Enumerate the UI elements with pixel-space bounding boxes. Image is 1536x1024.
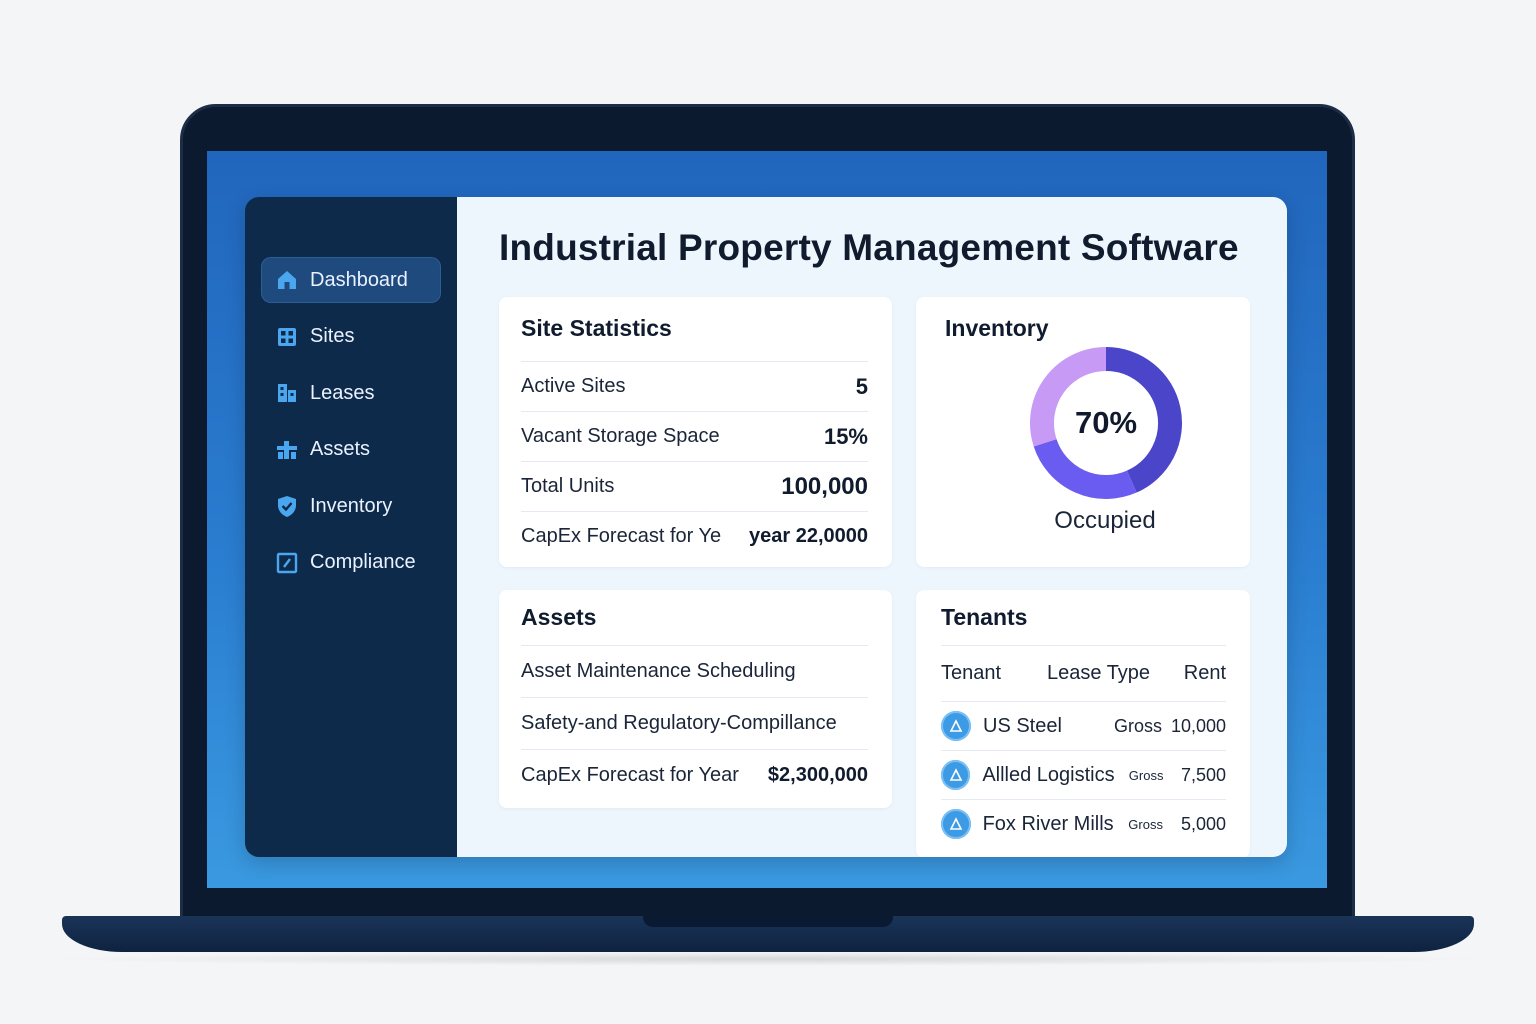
tenant-name: Fox River Mills xyxy=(982,812,1114,835)
laptop-shadow xyxy=(40,952,1496,966)
tenants-card: Tenants Tenant Lease Type Rent US Steel … xyxy=(916,590,1250,857)
sidebar-item-label: Compliance xyxy=(310,551,416,573)
sidebar-item-label: Sites xyxy=(310,325,355,347)
tenant-name: Allled Logistics xyxy=(982,763,1115,786)
asset-row-capex[interactable]: CapEx Forecast for Year $2,300,000 xyxy=(521,749,868,801)
laptop-screen: Dashboard Sites Leases Assets Inventory … xyxy=(207,151,1327,888)
asset-label: CapEx Forecast for Year xyxy=(521,764,739,786)
asset-label: Asset Maintenance Scheduling xyxy=(521,660,796,682)
sidebar-item-label: Assets xyxy=(310,438,371,460)
table-row[interactable]: Allled Logistics Gross 7,500 xyxy=(941,750,1226,799)
asset-label: Safety-and Regulatory-Compillance xyxy=(521,712,837,734)
stat-value: 15% xyxy=(823,423,868,449)
occupancy-donut-chart: 70% xyxy=(1028,345,1184,501)
column-header-tenant: Tenant xyxy=(941,662,1002,684)
sidebar-item-assets[interactable]: Assets xyxy=(261,427,441,473)
tenant-name: US Steel xyxy=(983,714,1062,737)
card-title: Inventory xyxy=(945,315,1049,341)
app-window: Dashboard Sites Leases Assets Inventory … xyxy=(245,197,1287,857)
table-row[interactable]: Fox River Mills Gross 5,000 xyxy=(941,799,1226,848)
sidebar-item-label: Leases xyxy=(310,381,375,404)
tenant-rent: 5,000 xyxy=(1180,813,1227,834)
edit-square-icon xyxy=(275,551,299,575)
tenant-avatar-icon xyxy=(941,711,971,741)
crane-icon xyxy=(275,438,299,462)
stat-label: Total Units xyxy=(521,475,615,497)
site-statistics-card: Site Statistics Active Sites 5 Vacant St… xyxy=(499,297,892,567)
tenant-lease-type: Gross xyxy=(1128,767,1164,783)
inventory-card: Inventory 70% Occupied xyxy=(916,297,1250,567)
shield-check-icon xyxy=(275,494,299,518)
stat-value: 100,000 xyxy=(781,472,868,500)
stat-value: 5 xyxy=(855,373,868,399)
tenant-rent: 7,500 xyxy=(1180,764,1226,785)
asset-row-compliance[interactable]: Safety-and Regulatory-Compillance xyxy=(521,697,868,749)
page-title: Industrial Property Management Software xyxy=(499,227,1239,268)
stat-label: Vacant Storage Space xyxy=(521,425,720,447)
card-title: Assets xyxy=(521,604,597,630)
stat-row-vacant-storage: Vacant Storage Space 15% xyxy=(521,411,868,461)
tenant-avatar-icon xyxy=(941,809,971,839)
column-header-rent: Rent xyxy=(1183,662,1226,684)
tenant-lease-type: Gross xyxy=(1113,715,1162,736)
stat-row-capex-forecast: CapEx Forecast for Ye year 22,0000 xyxy=(521,511,868,561)
asset-row-maintenance[interactable]: Asset Maintenance Scheduling xyxy=(521,645,868,697)
sidebar-item-inventory[interactable]: Inventory xyxy=(261,483,441,529)
sidebar-item-label: Dashboard xyxy=(310,268,408,291)
asset-value: $2,300,000 xyxy=(767,764,868,786)
column-header-lease-type: Lease Type xyxy=(1047,662,1151,684)
sidebar-item-label: Inventory xyxy=(310,494,393,517)
building-grid-icon xyxy=(275,325,299,349)
sidebar-item-leases[interactable]: Leases xyxy=(261,370,441,416)
tenants-table-header: Tenant Lease Type Rent xyxy=(941,645,1226,701)
donut-caption: Occupied xyxy=(1054,507,1156,534)
sidebar-item-compliance[interactable]: Compliance xyxy=(261,540,441,586)
stat-label: Active Sites xyxy=(521,375,626,397)
buildings-icon xyxy=(275,381,299,405)
assets-card: Assets Asset Maintenance Scheduling Safe… xyxy=(499,590,892,808)
tenant-avatar-icon xyxy=(941,760,971,790)
donut-percent-label: 70% xyxy=(1074,405,1138,440)
sidebar-item-dashboard[interactable]: Dashboard xyxy=(261,257,441,303)
tenant-lease-type: Gross xyxy=(1128,816,1163,832)
card-title: Site Statistics xyxy=(521,315,672,341)
tenant-rent: 10,000 xyxy=(1170,715,1226,736)
stat-row-total-units: Total Units 100,000 xyxy=(521,461,868,511)
sidebar: Dashboard Sites Leases Assets Inventory … xyxy=(245,197,457,857)
main-content: Industrial Property Management Software … xyxy=(457,197,1287,857)
stat-label: CapEx Forecast for Ye xyxy=(521,525,722,547)
laptop-notch xyxy=(643,916,893,927)
table-row[interactable]: US Steel Gross 10,000 xyxy=(941,701,1226,750)
stat-value: year 22,0000 xyxy=(748,525,868,547)
sidebar-item-sites[interactable]: Sites xyxy=(261,314,441,360)
card-title: Tenants xyxy=(941,604,1028,630)
stat-row-active-sites: Active Sites 5 xyxy=(521,361,868,411)
home-icon xyxy=(275,268,299,292)
